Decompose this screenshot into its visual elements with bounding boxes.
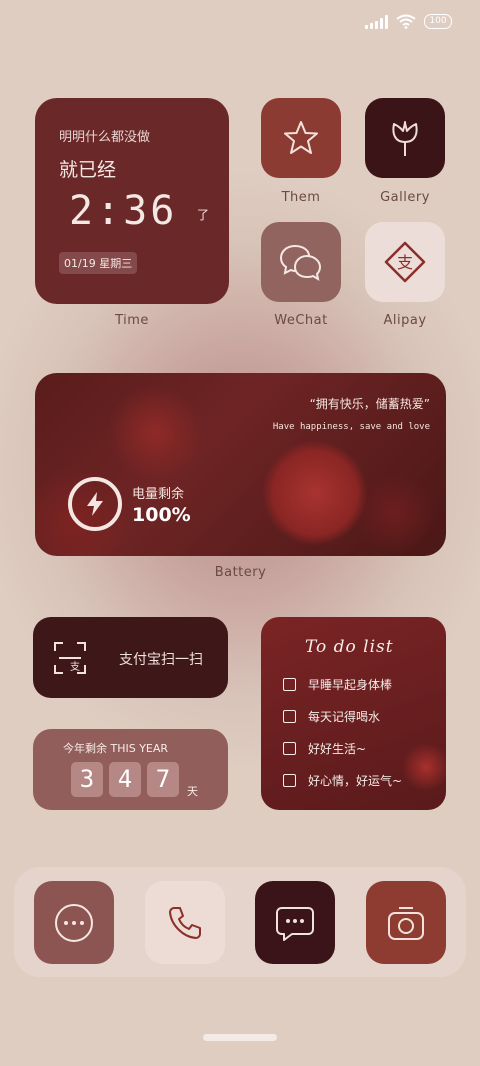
dock-app-phone[interactable] [145,881,225,964]
battery-quote-cn: “拥有快乐，储蓄热爱” [309,397,430,411]
app-wechat[interactable] [261,222,341,302]
battery-icon: 100 [424,14,452,29]
tulip-icon [392,121,418,156]
scan-icon: 支 [54,642,86,674]
todo-item[interactable]: 好心情，好运气~ [283,772,402,789]
chat-bubbles-icon [279,245,322,282]
app-wechat-label: WeChat [274,313,328,328]
clock-time: 2:36 [69,188,178,234]
app-them[interactable] [261,98,341,178]
camera-icon [388,906,424,940]
dock-app-messages[interactable] [255,881,335,964]
time-widget-line1: 明明什么都没做 [59,130,151,145]
todo-item[interactable]: 每天记得喝水 [283,708,380,725]
battery-remaining-label: 电量剩余 [132,487,185,502]
todo-title: To do list [305,637,394,657]
todo-item-text: 好心情，好运气~ [308,774,403,788]
todo-widget[interactable]: To do list 早睡早起身体棒 每天记得喝水 好好生活~ 好心情，好运气~ [261,617,446,810]
checkbox-icon [283,710,296,723]
home-indicator[interactable] [203,1034,277,1041]
star-icon [284,121,318,154]
battery-widget-label: Battery [214,565,267,580]
battery-widget[interactable]: “拥有快乐，储蓄热爱” Have happiness, save and lov… [35,373,446,556]
svg-text:支: 支 [397,253,413,272]
app-them-label: Them [281,190,321,205]
time-widget-label: Time [115,313,149,328]
app-gallery[interactable] [365,98,445,178]
checkbox-icon [283,774,296,787]
year-widget-header: 今年剩余 THIS YEAR [63,742,169,755]
time-widget-line2: 就已经 [59,159,117,181]
dock-app-camera[interactable] [366,881,446,964]
alipay-scan-widget[interactable]: 支 支付宝扫一扫 [33,617,228,698]
app-gallery-label: Gallery [380,190,430,205]
date-badge: 01/19 星期三 [59,252,138,274]
wifi-icon [396,14,416,29]
app-alipay[interactable]: 支 [365,222,445,302]
app-alipay-label: Alipay [383,313,427,328]
more-icon [55,903,93,942]
phone-icon [169,906,201,939]
todo-item[interactable]: 早睡早起身体棒 [283,676,392,693]
status-bar: 100 [365,14,452,29]
year-digit-1: 3 [71,762,103,797]
checkbox-icon [283,742,296,755]
todo-item-text: 早睡早起身体棒 [308,678,393,692]
checkbox-icon [283,678,296,691]
dock-app-more[interactable] [34,881,114,964]
message-icon [276,906,314,941]
time-widget[interactable]: 明明什么都没做 就已经 2:36 了 01/19 星期三 [35,98,229,304]
todo-item[interactable]: 好好生活~ [283,740,366,757]
alipay-icon: 支 [384,241,426,283]
todo-item-text: 每天记得喝水 [308,710,381,724]
todo-item-text: 好好生活~ [308,742,367,756]
year-remaining-widget[interactable]: 今年剩余 THIS YEAR 3 4 7 天 [33,729,228,810]
time-widget-suffix: 了 [197,208,210,222]
svg-text:支: 支 [70,661,80,673]
year-digit-2: 4 [109,762,141,797]
alipay-scan-text: 支付宝扫一扫 [119,652,203,668]
year-widget-unit: 天 [187,785,198,798]
lightning-icon [68,477,122,531]
signal-icon [365,14,388,29]
year-digit-3: 7 [147,762,179,797]
battery-quote-en: Have happiness, save and love [272,422,430,432]
battery-percent: 100% [132,504,191,526]
dock [14,867,466,977]
